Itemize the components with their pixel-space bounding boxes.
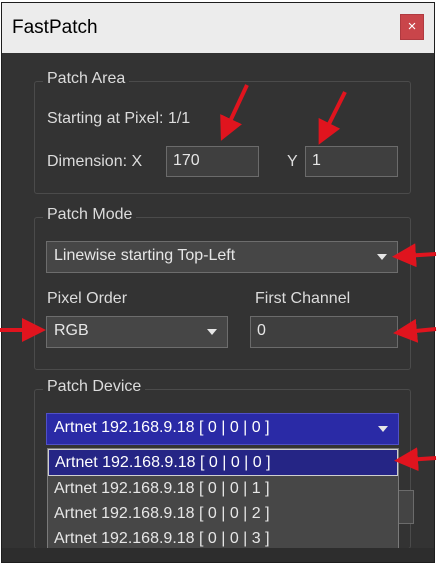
annotation-arrows bbox=[0, 84, 437, 472]
arrow-icon bbox=[392, 243, 437, 268]
arrow-icon bbox=[318, 91, 347, 145]
arrow-icon bbox=[393, 318, 437, 343]
arrow-icon bbox=[394, 447, 437, 472]
arrow-icon bbox=[220, 84, 249, 141]
